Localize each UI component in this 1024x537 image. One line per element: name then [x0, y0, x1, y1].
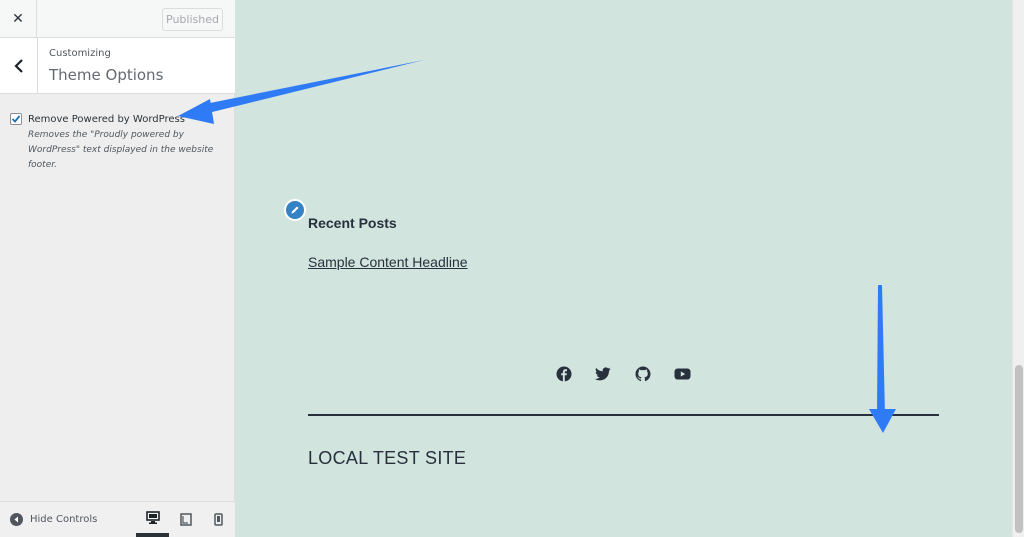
customizing-label: Customizing	[49, 48, 111, 59]
chevron-left-icon	[13, 58, 23, 73]
hide-controls-button[interactable]: Hide Controls	[10, 513, 97, 526]
twitter-icon[interactable]	[594, 365, 612, 383]
facebook-icon[interactable]	[555, 365, 573, 383]
checkbox-label[interactable]: Remove Powered by WordPress	[28, 114, 185, 125]
preview-desktop-button[interactable]	[136, 502, 169, 537]
hide-controls-label: Hide Controls	[30, 514, 98, 525]
site-title[interactable]: LOCAL TEST SITE	[308, 448, 466, 469]
scrollbar-thumb[interactable]	[1015, 365, 1023, 533]
footer-divider	[308, 414, 939, 416]
preview-scrollbar[interactable]	[1012, 0, 1024, 537]
preview-mobile-button[interactable]	[202, 502, 235, 537]
section-header: Customizing Theme Options	[0, 38, 235, 94]
collapse-icon	[10, 513, 23, 526]
mobile-icon	[214, 513, 223, 526]
customizer-footer: Hide Controls	[0, 501, 235, 537]
github-icon[interactable]	[634, 365, 652, 383]
youtube-icon[interactable]	[673, 365, 691, 383]
checkmark-icon	[11, 115, 21, 123]
pencil-icon	[291, 206, 299, 214]
back-button[interactable]	[0, 38, 38, 93]
customizer-sidebar: ✕ Published Customizing Theme Options Re…	[0, 0, 235, 537]
desktop-icon	[145, 511, 160, 524]
close-icon: ✕	[12, 10, 24, 27]
section-title: Theme Options	[49, 66, 164, 84]
post-link[interactable]: Sample Content Headline	[308, 254, 468, 270]
edit-shortcut-button[interactable]	[284, 199, 306, 221]
customizer-topbar: ✕ Published	[0, 0, 235, 38]
widget-title: Recent Posts	[308, 215, 397, 231]
publish-button[interactable]: Published	[162, 8, 223, 31]
close-button[interactable]: ✕	[0, 0, 37, 37]
tablet-icon	[179, 513, 192, 526]
checkbox-description: Removes the "Proudly powered by WordPres…	[28, 130, 214, 170]
remove-powered-by-checkbox[interactable]	[10, 113, 22, 125]
preview-tablet-button[interactable]	[169, 502, 202, 537]
